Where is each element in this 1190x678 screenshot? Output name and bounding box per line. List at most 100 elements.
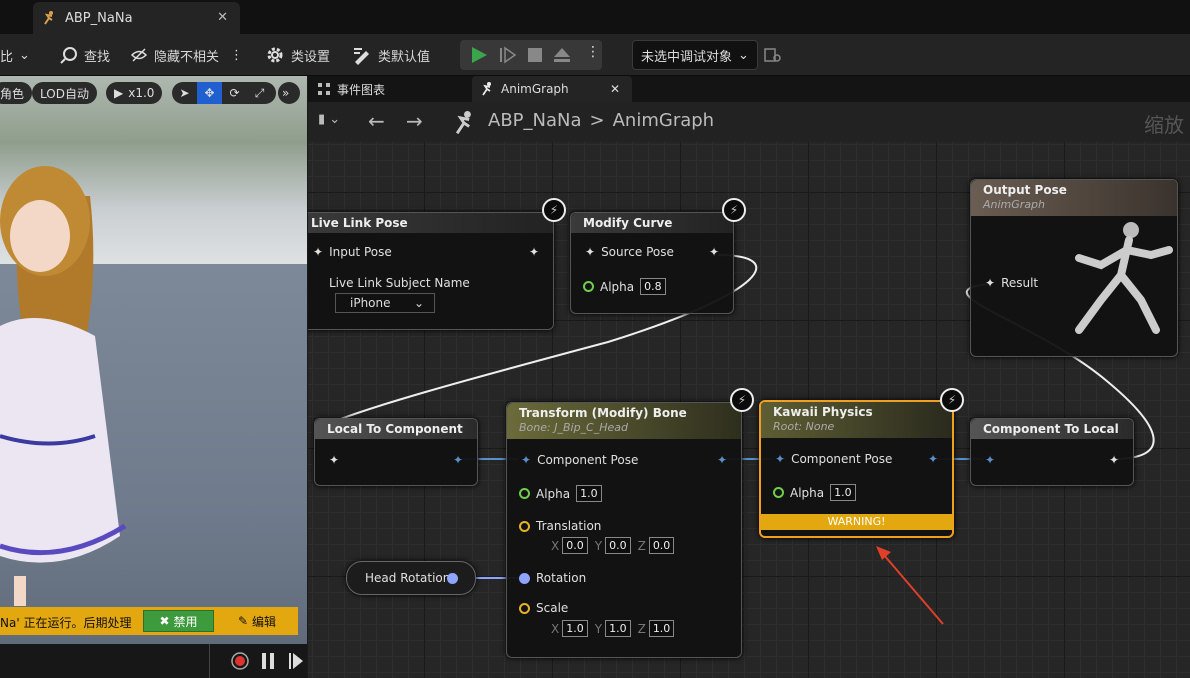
- compare-dropdown[interactable]: 比 ⌄: [0, 42, 30, 68]
- tab-anim-graph[interactable]: AnimGraph ✕: [472, 76, 632, 102]
- node-subtitle: Bone: J_Bip_C_Head: [519, 421, 628, 434]
- class-settings-button[interactable]: 类设置: [265, 42, 330, 68]
- anim-graph-canvas[interactable]: Live Link Pose ✦ Input Pose ✦ Live Link S…: [308, 142, 1190, 678]
- translation-pin[interactable]: Translation: [519, 519, 601, 533]
- node-modify-curve[interactable]: Modify Curve ✦ Source Pose ✦ Alpha 0.8: [570, 212, 734, 314]
- eject-icon[interactable]: [553, 46, 571, 64]
- vector-pin-icon: [519, 520, 530, 532]
- preview-viewport[interactable]: 角色 LOD自动 ▶ x1.0 ➤ ✥ ⟳ ⤢ » Na' 正在运行。后期处理 …: [0, 76, 307, 678]
- scale-z-field[interactable]: 1.0: [648, 620, 675, 637]
- result-pin[interactable]: ✦ Result: [985, 276, 1038, 290]
- axis-x-label: X: [551, 538, 560, 553]
- vector-pin-icon: [519, 602, 530, 614]
- class-defaults-label: 类默认值: [378, 49, 431, 65]
- component-pose-pin[interactable]: ✦ Component Pose: [521, 453, 638, 467]
- close-icon[interactable]: ✕: [217, 10, 228, 25]
- rotator-output-pin-icon[interactable]: [447, 573, 458, 584]
- edit-button[interactable]: ✎ 编辑: [222, 610, 292, 632]
- node-header: Output Pose AnimGraph: [971, 180, 1177, 216]
- debug-filter-icon[interactable]: [764, 46, 782, 64]
- hide-unrelated-button[interactable]: 隐藏不相关: [130, 42, 219, 68]
- find-button[interactable]: 查找: [60, 42, 110, 68]
- pose-output-pin-icon[interactable]: ✦: [1109, 453, 1119, 467]
- alpha-field[interactable]: 1.0: [576, 485, 602, 502]
- node-component-to-local[interactable]: Component To Local ✦ ✦: [970, 418, 1134, 486]
- float-pin-icon: [519, 488, 530, 499]
- translation-y-field[interactable]: 0.0: [605, 537, 631, 554]
- more-options-icon[interactable]: ⋮: [586, 44, 600, 60]
- step-icon[interactable]: [499, 46, 517, 64]
- component-pose-pin-icon[interactable]: ✦: [985, 453, 995, 467]
- pose-output-pin-icon[interactable]: ✦: [529, 245, 539, 259]
- translation-x-field[interactable]: 0.0: [562, 537, 588, 554]
- pause-icon[interactable]: [261, 652, 275, 670]
- axis-x-label: X: [551, 621, 560, 636]
- rotation-pin[interactable]: Rotation: [519, 571, 586, 585]
- transform-tools: ➤ ✥ ⟳ ⤢: [172, 82, 276, 104]
- step-forward-icon[interactable]: [288, 652, 304, 670]
- lod-button[interactable]: LOD自动: [32, 82, 97, 104]
- alpha-pin[interactable]: Alpha 1.0: [773, 484, 856, 501]
- breadcrumb-separator: >: [589, 110, 605, 131]
- pose-output-pin-icon[interactable]: ✦: [709, 245, 719, 259]
- alpha-field[interactable]: 0.8: [640, 278, 666, 295]
- toolbar: 比 ⌄ 查找 隐藏不相关 ⋮ 类设置 类默认值 ⋮ 未选中调试对象 ⌄: [0, 34, 1190, 76]
- scale-icon[interactable]: ⤢: [247, 86, 272, 101]
- tab-event-graph[interactable]: 事件图表: [318, 76, 385, 102]
- node-subtitle: Root: None: [773, 420, 835, 433]
- bookmark-dropdown[interactable]: ▮ ⌄: [318, 112, 340, 127]
- expand-icon[interactable]: »: [278, 82, 300, 104]
- float-pin-icon: [583, 281, 594, 292]
- asset-tab[interactable]: ABP_NaNa ✕: [33, 2, 240, 34]
- running-figure-icon: [482, 82, 491, 96]
- select-icon[interactable]: ➤: [172, 86, 197, 100]
- scale-y-field[interactable]: 1.0: [605, 620, 631, 637]
- warning-banner: WARNING!: [761, 514, 952, 530]
- node-output-pose[interactable]: Output Pose AnimGraph ✦ Result: [970, 179, 1178, 357]
- stop-icon[interactable]: [527, 46, 543, 62]
- forward-arrow-icon[interactable]: →: [406, 109, 423, 133]
- lod-label: LOD自动: [40, 86, 89, 101]
- anim-blueprint-icon: [44, 11, 53, 25]
- close-icon[interactable]: ✕: [610, 82, 620, 96]
- node-local-to-component[interactable]: Local To Component ✦ ✦: [314, 418, 478, 486]
- scale-x-field[interactable]: 1.0: [562, 620, 588, 637]
- node-title: Live Link Pose: [308, 213, 553, 233]
- node-kawaii-physics[interactable]: Kawaii Physics Root: None ✦ Component Pos…: [759, 400, 954, 538]
- source-pose-pin[interactable]: ✦ Source Pose: [585, 245, 674, 259]
- chevron-down-icon: ⌄: [413, 296, 424, 310]
- component-pose-pin-icon[interactable]: ✦: [453, 453, 463, 467]
- chevron-down-icon: ⌄: [738, 47, 749, 63]
- node-title: Local To Component: [315, 419, 477, 439]
- play-icon: ▶: [114, 86, 124, 100]
- axis-y-label: Y: [594, 538, 603, 553]
- pose-pin-icon: ✦: [585, 245, 596, 259]
- node-transform-bone[interactable]: Transform (Modify) Bone Bone: J_Bip_C_He…: [506, 402, 742, 658]
- scale-pin[interactable]: Scale: [519, 601, 568, 615]
- play-icon[interactable]: [470, 46, 488, 64]
- disable-button[interactable]: ✖ 禁用: [143, 610, 214, 632]
- more-options-icon[interactable]: ⋮: [230, 42, 243, 68]
- class-defaults-button[interactable]: 类默认值: [352, 42, 430, 68]
- subject-name-select[interactable]: iPhone ⌄: [335, 293, 435, 313]
- input-pose-pin[interactable]: ✦ Input Pose: [313, 245, 392, 259]
- alpha-pin[interactable]: Alpha 1.0: [519, 485, 602, 502]
- back-arrow-icon[interactable]: ←: [368, 109, 385, 133]
- component-pose-output-pin-icon[interactable]: ✦: [928, 452, 938, 466]
- rotate-icon[interactable]: ⟳: [222, 86, 247, 100]
- move-icon[interactable]: ✥: [197, 82, 222, 104]
- node-head-rotation[interactable]: Head Rotation: [346, 561, 476, 595]
- shading-button[interactable]: 角色: [0, 82, 33, 104]
- pose-pin-icon[interactable]: ✦: [329, 453, 339, 467]
- component-pose-output-pin-icon[interactable]: ✦: [717, 453, 727, 467]
- component-pose-pin[interactable]: ✦ Component Pose: [775, 452, 892, 466]
- find-label: 查找: [84, 49, 111, 65]
- record-icon[interactable]: [231, 652, 249, 670]
- alpha-field[interactable]: 1.0: [830, 484, 856, 501]
- debug-object-select[interactable]: 未选中调试对象 ⌄: [632, 40, 758, 70]
- translation-z-field[interactable]: 0.0: [648, 537, 675, 554]
- breadcrumb-root[interactable]: ABP_NaNa: [488, 110, 582, 131]
- alpha-pin[interactable]: Alpha 0.8: [583, 278, 666, 295]
- node-live-link-pose[interactable]: Live Link Pose ✦ Input Pose ✦ Live Link S…: [308, 212, 554, 330]
- play-speed-button[interactable]: ▶ x1.0: [106, 82, 163, 104]
